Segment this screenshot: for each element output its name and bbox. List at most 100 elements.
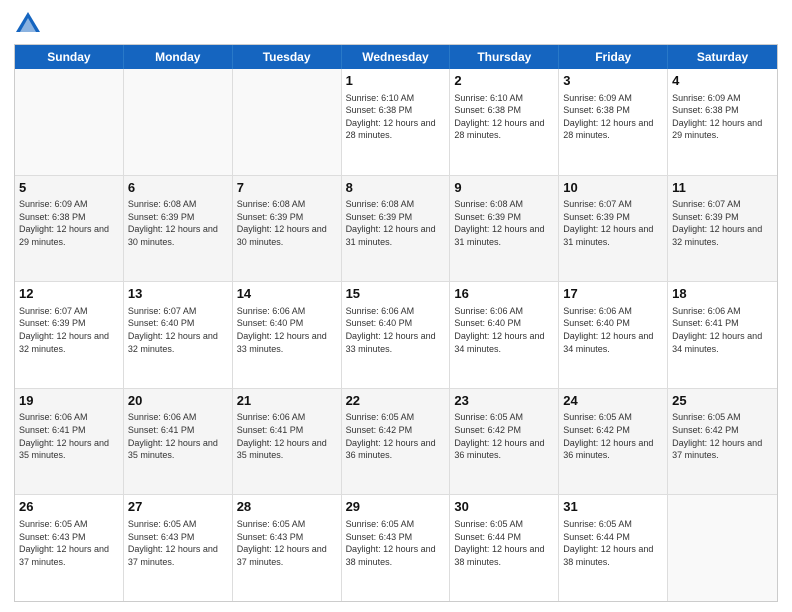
calendar-cell: 3 Sunrise: 6:09 AMSunset: 6:38 PMDaylight… [559,69,668,175]
day-number: 15 [346,285,446,303]
day-of-week-friday: Friday [559,45,668,69]
sun-info: Sunrise: 6:05 AMSunset: 6:42 PMDaylight:… [454,411,554,461]
sun-info: Sunrise: 6:06 AMSunset: 6:40 PMDaylight:… [563,305,663,355]
day-number: 13 [128,285,228,303]
calendar-cell [15,69,124,175]
sun-info: Sunrise: 6:07 AMSunset: 6:40 PMDaylight:… [128,305,228,355]
calendar-week-3: 12 Sunrise: 6:07 AMSunset: 6:39 PMDayligh… [15,282,777,389]
sun-info: Sunrise: 6:05 AMSunset: 6:42 PMDaylight:… [672,411,773,461]
day-number: 22 [346,392,446,410]
sun-info: Sunrise: 6:07 AMSunset: 6:39 PMDaylight:… [672,198,773,248]
calendar-cell [668,495,777,601]
sun-info: Sunrise: 6:10 AMSunset: 6:38 PMDaylight:… [346,92,446,142]
day-number: 12 [19,285,119,303]
day-of-week-tuesday: Tuesday [233,45,342,69]
day-number: 10 [563,179,663,197]
sun-info: Sunrise: 6:05 AMSunset: 6:44 PMDaylight:… [563,518,663,568]
calendar-cell: 7Sunrise: 6:08 AMSunset: 6:39 PMDaylight… [233,176,342,282]
day-number: 30 [454,498,554,516]
day-number: 6 [128,179,228,197]
day-number: 29 [346,498,446,516]
day-number: 18 [672,285,773,303]
day-number: 3 [563,72,663,90]
calendar-cell: 11Sunrise: 6:07 AMSunset: 6:39 PMDayligh… [668,176,777,282]
calendar-week-5: 26 Sunrise: 6:05 AMSunset: 6:43 PMDayligh… [15,495,777,601]
day-number: 24 [563,392,663,410]
calendar-cell: 14 Sunrise: 6:06 AMSunset: 6:40 PMDayligh… [233,282,342,388]
calendar-cell: 10Sunrise: 6:07 AMSunset: 6:39 PMDayligh… [559,176,668,282]
sun-info: Sunrise: 6:08 AMSunset: 6:39 PMDaylight:… [454,198,554,248]
calendar-cell: 9Sunrise: 6:08 AMSunset: 6:39 PMDaylight… [450,176,559,282]
calendar-cell: 28 Sunrise: 6:05 AMSunset: 6:43 PMDayligh… [233,495,342,601]
calendar-cell [124,69,233,175]
day-number: 23 [454,392,554,410]
calendar-cell: 15Sunrise: 6:06 AMSunset: 6:40 PMDayligh… [342,282,451,388]
calendar-cell: 2 Sunrise: 6:10 AMSunset: 6:38 PMDaylight… [450,69,559,175]
day-number: 5 [19,179,119,197]
calendar-cell: 8Sunrise: 6:08 AMSunset: 6:39 PMDaylight… [342,176,451,282]
sun-info: Sunrise: 6:06 AMSunset: 6:41 PMDaylight:… [237,411,337,461]
calendar-cell: 6Sunrise: 6:08 AMSunset: 6:39 PMDaylight… [124,176,233,282]
calendar-body: 1Sunrise: 6:10 AMSunset: 6:38 PMDaylight… [15,69,777,601]
calendar-cell: 24Sunrise: 6:05 AMSunset: 6:42 PMDayligh… [559,389,668,495]
sun-info: Sunrise: 6:05 AMSunset: 6:43 PMDaylight:… [237,518,337,568]
day-number: 9 [454,179,554,197]
sun-info: Sunrise: 6:05 AMSunset: 6:44 PMDaylight:… [454,518,554,568]
sun-info: Sunrise: 6:09 AMSunset: 6:38 PMDaylight:… [563,92,663,142]
day-number: 25 [672,392,773,410]
day-number: 21 [237,392,337,410]
calendar-cell: 19Sunrise: 6:06 AMSunset: 6:41 PMDayligh… [15,389,124,495]
sun-info: Sunrise: 6:07 AMSunset: 6:39 PMDaylight:… [19,305,119,355]
calendar-cell: 23Sunrise: 6:05 AMSunset: 6:42 PMDayligh… [450,389,559,495]
calendar-week-2: 5Sunrise: 6:09 AMSunset: 6:38 PMDaylight… [15,176,777,283]
sun-info: Sunrise: 6:08 AMSunset: 6:39 PMDaylight:… [346,198,446,248]
logo [14,10,46,38]
calendar-cell: 16 Sunrise: 6:06 AMSunset: 6:40 PMDayligh… [450,282,559,388]
sun-info: Sunrise: 6:09 AMSunset: 6:38 PMDaylight:… [19,198,119,248]
sun-info: Sunrise: 6:09 AMSunset: 6:38 PMDaylight:… [672,92,773,142]
sun-info: Sunrise: 6:06 AMSunset: 6:40 PMDaylight:… [237,305,337,355]
day-number: 16 [454,285,554,303]
calendar-header: SundayMondayTuesdayWednesdayThursdayFrid… [15,45,777,69]
header [14,10,778,38]
calendar-cell: 13 Sunrise: 6:07 AMSunset: 6:40 PMDayligh… [124,282,233,388]
sun-info: Sunrise: 6:06 AMSunset: 6:41 PMDaylight:… [672,305,773,355]
day-number: 27 [128,498,228,516]
calendar-cell: 4 Sunrise: 6:09 AMSunset: 6:38 PMDaylight… [668,69,777,175]
page: SundayMondayTuesdayWednesdayThursdayFrid… [0,0,792,612]
day-of-week-saturday: Saturday [668,45,777,69]
calendar-cell: 17 Sunrise: 6:06 AMSunset: 6:40 PMDayligh… [559,282,668,388]
sun-info: Sunrise: 6:05 AMSunset: 6:42 PMDaylight:… [563,411,663,461]
calendar-week-1: 1Sunrise: 6:10 AMSunset: 6:38 PMDaylight… [15,69,777,176]
day-number: 7 [237,179,337,197]
day-number: 2 [454,72,554,90]
calendar-cell: 31Sunrise: 6:05 AMSunset: 6:44 PMDayligh… [559,495,668,601]
day-of-week-monday: Monday [124,45,233,69]
calendar: SundayMondayTuesdayWednesdayThursdayFrid… [14,44,778,602]
sun-info: Sunrise: 6:10 AMSunset: 6:38 PMDaylight:… [454,92,554,142]
calendar-cell: 27 Sunrise: 6:05 AMSunset: 6:43 PMDayligh… [124,495,233,601]
calendar-cell: 20Sunrise: 6:06 AMSunset: 6:41 PMDayligh… [124,389,233,495]
calendar-cell: 26Sunrise: 6:05 AMSunset: 6:43 PMDayligh… [15,495,124,601]
calendar-cell: 12 Sunrise: 6:07 AMSunset: 6:39 PMDayligh… [15,282,124,388]
day-number: 14 [237,285,337,303]
calendar-cell: 22Sunrise: 6:05 AMSunset: 6:42 PMDayligh… [342,389,451,495]
day-number: 4 [672,72,773,90]
sun-info: Sunrise: 6:05 AMSunset: 6:42 PMDaylight:… [346,411,446,461]
calendar-cell: 30 Sunrise: 6:05 AMSunset: 6:44 PMDayligh… [450,495,559,601]
calendar-cell [233,69,342,175]
calendar-cell: 25Sunrise: 6:05 AMSunset: 6:42 PMDayligh… [668,389,777,495]
day-of-week-wednesday: Wednesday [342,45,451,69]
day-number: 28 [237,498,337,516]
calendar-cell: 1Sunrise: 6:10 AMSunset: 6:38 PMDaylight… [342,69,451,175]
calendar-cell: 5Sunrise: 6:09 AMSunset: 6:38 PMDaylight… [15,176,124,282]
sun-info: Sunrise: 6:05 AMSunset: 6:43 PMDaylight:… [346,518,446,568]
sun-info: Sunrise: 6:05 AMSunset: 6:43 PMDaylight:… [128,518,228,568]
calendar-cell: 29 Sunrise: 6:05 AMSunset: 6:43 PMDayligh… [342,495,451,601]
sun-info: Sunrise: 6:07 AMSunset: 6:39 PMDaylight:… [563,198,663,248]
day-number: 17 [563,285,663,303]
day-number: 11 [672,179,773,197]
day-number: 26 [19,498,119,516]
sun-info: Sunrise: 6:06 AMSunset: 6:40 PMDaylight:… [454,305,554,355]
calendar-cell: 21Sunrise: 6:06 AMSunset: 6:41 PMDayligh… [233,389,342,495]
